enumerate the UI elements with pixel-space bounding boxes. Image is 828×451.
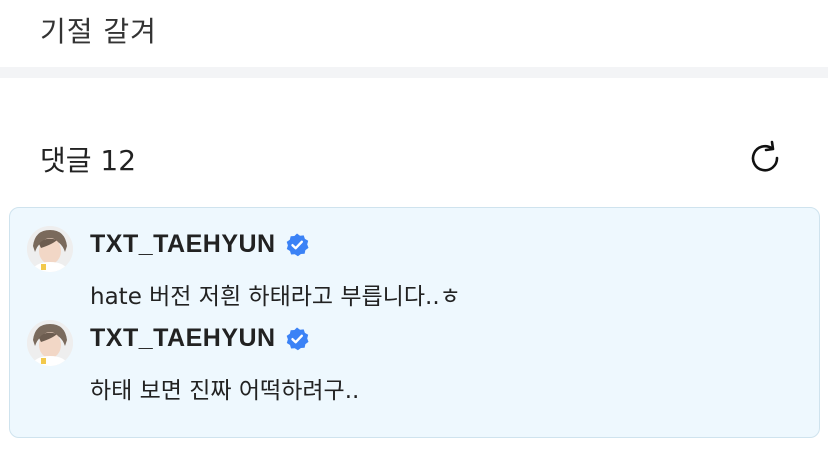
artist-comments-box: TXT_TAEHYUN hate 버전 저흰 하태라고 부릅니다..ㅎ TXT_… (9, 207, 820, 438)
comments-count-title: 댓글 12 (40, 144, 137, 177)
verified-badge-icon (286, 233, 309, 256)
verified-badge-icon (286, 327, 309, 350)
avatar[interactable] (27, 320, 73, 366)
section-divider (0, 67, 828, 78)
comment-text: 하태 보면 진짜 어떡하려구.. (90, 378, 360, 404)
author-name[interactable]: TXT_TAEHYUN (90, 324, 276, 353)
author-row: TXT_TAEHYUN (90, 324, 310, 353)
author-name[interactable]: TXT_TAEHYUN (90, 230, 276, 259)
artist-comment: TXT_TAEHYUN hate 버전 저흰 하태라고 부릅니다..ㅎ (10, 208, 819, 310)
post-text: 기절 갈겨 (40, 15, 157, 48)
refresh-button[interactable] (742, 135, 788, 181)
refresh-icon (751, 140, 779, 172)
comments-header: 댓글 12 (40, 135, 788, 181)
avatar[interactable] (27, 226, 73, 272)
artist-comment: TXT_TAEHYUN 하태 보면 진짜 어떡하려구.. (10, 302, 819, 404)
author-row: TXT_TAEHYUN (90, 230, 310, 259)
